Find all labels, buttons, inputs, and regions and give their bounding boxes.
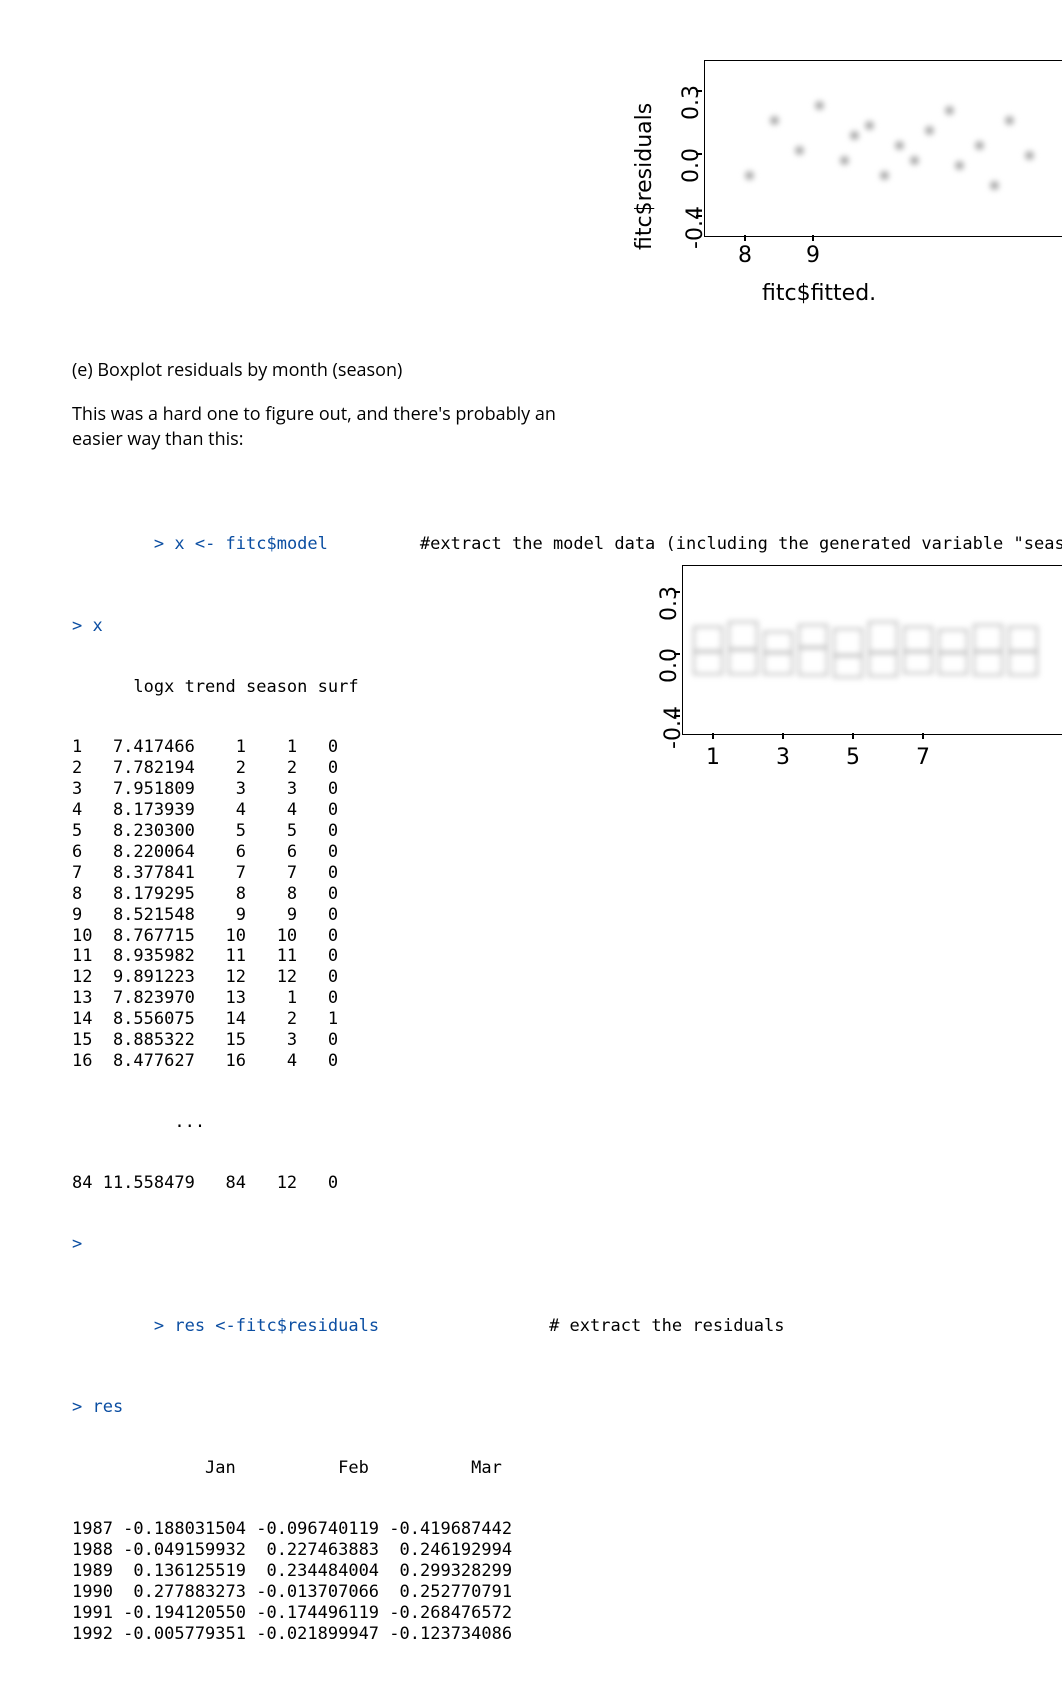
r-output-row: 9 8.521548 9 9 0 bbox=[72, 905, 852, 926]
r-output-header: logx trend season surf bbox=[72, 677, 852, 698]
r-output-row: 6 8.220064 6 6 0 bbox=[72, 842, 852, 863]
r-output-row: 1989 0.136125519 0.234484004 0.299328299 bbox=[72, 1561, 852, 1582]
r-output-row: 16 8.477627 16 4 0 bbox=[72, 1051, 852, 1072]
r-output-row: 2 7.782194 2 2 0 bbox=[72, 758, 852, 779]
r-output-row: 1990 0.277883273 -0.013707066 0.25277079… bbox=[72, 1582, 852, 1603]
chart2-xtick-3: 7 bbox=[916, 745, 930, 770]
r-output-row: 11 8.935982 11 11 0 bbox=[72, 946, 852, 967]
r-output-row: 10 8.767715 10 10 0 bbox=[72, 926, 852, 947]
r-output-row: 7 8.377841 7 7 0 bbox=[72, 863, 852, 884]
paragraph-intro: This was a hard one to figure out, and t… bbox=[72, 402, 602, 451]
r-comment: # extract the residuals bbox=[379, 1316, 784, 1336]
r-output-row: 12 9.891223 12 12 0 bbox=[72, 967, 852, 988]
r-input-line: > x bbox=[72, 616, 852, 637]
r-output-row: 84 11.558479 84 12 0 bbox=[72, 1173, 852, 1194]
r-prompt: > bbox=[72, 1234, 852, 1255]
r-output-row: 4 8.173939 4 4 0 bbox=[72, 800, 852, 821]
r-output-header: Jan Feb Mar bbox=[72, 1458, 852, 1479]
r-output-row: 3 7.951809 3 3 0 bbox=[72, 779, 852, 800]
r-output-row: 14 8.556075 14 2 1 bbox=[72, 1009, 852, 1030]
chart-residuals-vs-fitted: fitc$residuals -0.4 0.0 0.3 bbox=[612, 55, 1062, 325]
r-output-row: 15 8.885322 15 3 0 bbox=[72, 1030, 852, 1051]
r-output-row: 1991 -0.194120550 -0.174496119 -0.268476… bbox=[72, 1603, 852, 1624]
chart1-ylabel: fitc$residuals bbox=[632, 103, 657, 250]
chart1-xlabel: fitc$fitted. bbox=[762, 281, 876, 306]
r-output-ellipsis: ... bbox=[72, 1112, 852, 1133]
r-output-row: 8 8.179295 8 8 0 bbox=[72, 884, 852, 905]
r-output-row: 5 8.230300 5 5 0 bbox=[72, 821, 852, 842]
r-output-row: 1 7.417466 1 1 0 bbox=[72, 737, 852, 758]
r-output-row: 1992 -0.005779351 -0.021899947 -0.123734… bbox=[72, 1624, 852, 1645]
r-output-row: 13 7.823970 13 1 0 bbox=[72, 988, 852, 1009]
r-input-line: > x <- fitc$model bbox=[154, 534, 328, 554]
r-comment: #extract the model data (including the g… bbox=[328, 534, 1062, 554]
chart1-xtick-1: 9 bbox=[806, 243, 820, 268]
chart1-xtick-0: 8 bbox=[738, 243, 752, 268]
r-session: > x <- fitc$model#extract the model data… bbox=[72, 473, 852, 1685]
r-output-row: 1987 -0.188031504 -0.096740119 -0.419687… bbox=[72, 1519, 852, 1540]
r-input-line: > res bbox=[72, 1397, 852, 1418]
section-heading: (e) Boxplot residuals by month (season) bbox=[72, 358, 852, 382]
r-output-row: 1988 -0.049159932 0.227463883 0.24619299… bbox=[72, 1540, 852, 1561]
r-input-line: > res <-fitc$residuals bbox=[154, 1316, 379, 1336]
